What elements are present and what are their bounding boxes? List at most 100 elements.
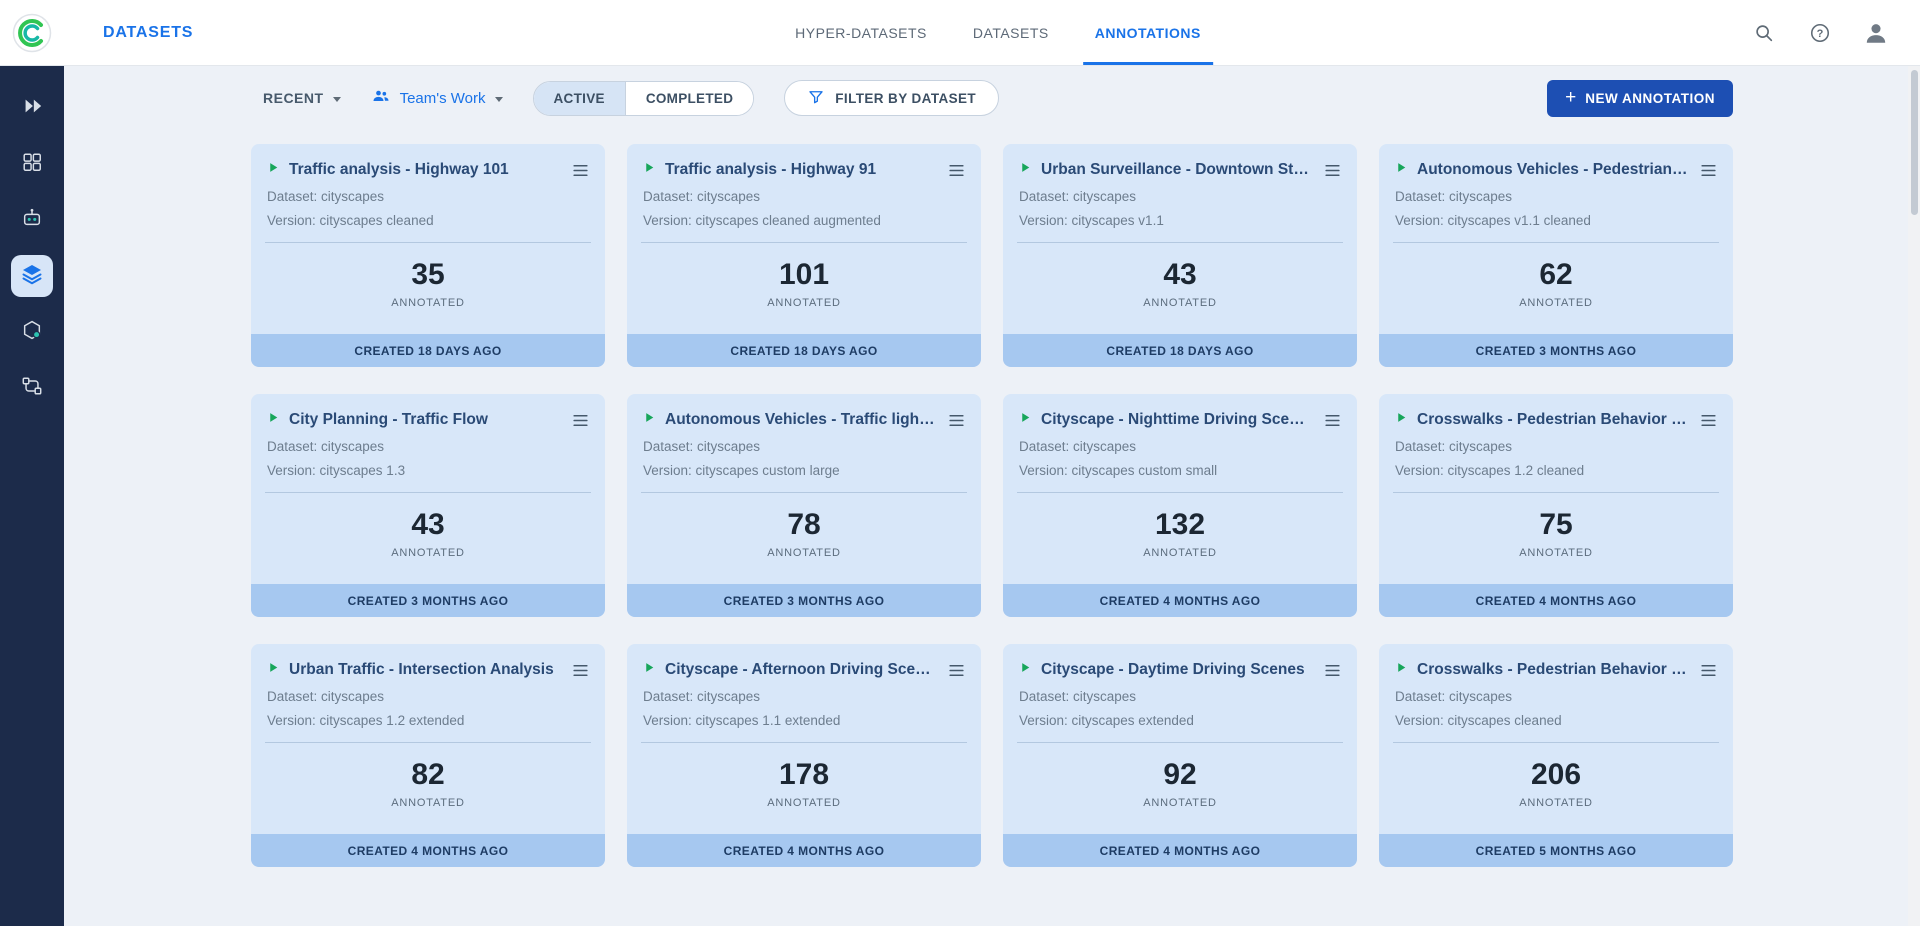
new-annotation-label: NEW ANNOTATION [1585,91,1715,106]
card-menu-icon[interactable] [1321,409,1343,431]
card-menu-icon[interactable] [1697,409,1719,431]
card-dataset: Dataset: cityscapes [1379,185,1733,209]
sidebar-item-models[interactable] [0,304,64,360]
annotation-card[interactable]: Cityscape - Daytime Driving Scenes Datas… [1003,644,1357,867]
model-icon [21,319,43,346]
card-title[interactable]: Urban Traffic - Intersection Analysis [289,661,560,679]
annotation-card[interactable]: Crosswalks - Pedestrian Behavior P… Data… [1379,644,1733,867]
card-menu-icon[interactable] [945,659,967,681]
card-menu-icon[interactable] [1697,159,1719,181]
card-title[interactable]: Autonomous Vehicles - Pedestrian … [1417,161,1688,179]
card-header: Cityscape - Nighttime Driving Scenes [1003,394,1357,435]
card-created-badge: CREATED 4 MONTHS AGO [1379,584,1733,617]
card-header: Urban Surveillance - Downtown Stre… [1003,144,1357,185]
card-title[interactable]: Autonomous Vehicles - Traffic light … [665,411,936,429]
scrollbar-track [1908,66,1920,926]
annotation-card[interactable]: Urban Traffic - Intersection Analysis Da… [251,644,605,867]
card-title[interactable]: Cityscape - Daytime Driving Scenes [1041,661,1312,679]
card-dataset: Dataset: cityscapes [1379,435,1733,459]
card-title[interactable]: Cityscape - Afternoon Driving Scenes [665,661,936,679]
annotation-card[interactable]: Crosswalks - Pedestrian Behavior P… Data… [1379,394,1733,617]
sidebar-item-pipelines[interactable] [0,360,64,416]
toggle-completed[interactable]: COMPLETED [625,82,753,115]
card-header: Autonomous Vehicles - Traffic light … [627,394,981,435]
sidebar-item-annotations[interactable] [0,248,64,304]
filter-icon [807,88,825,109]
card-created-badge: CREATED 3 MONTHS AGO [627,584,981,617]
annotation-card[interactable]: Autonomous Vehicles - Traffic light … Da… [627,394,981,617]
tab-datasets[interactable]: DATASETS [973,0,1049,65]
annotated-label: ANNOTATED [1379,797,1733,809]
card-menu-icon[interactable] [1321,159,1343,181]
annotated-count: 43 [1003,258,1357,292]
card-title[interactable]: Cityscape - Nighttime Driving Scenes [1041,411,1312,429]
filter-label: FILTER BY DATASET [835,91,976,106]
annotation-card[interactable]: Urban Surveillance - Downtown Stre… Data… [1003,144,1357,367]
topbar: DATASETS HYPER-DATASETS DATASETS ANNOTAT… [0,0,1920,66]
annotated-count: 101 [627,258,981,292]
card-title[interactable]: Urban Surveillance - Downtown Stre… [1041,161,1312,179]
search-icon[interactable] [1750,19,1778,47]
status-play-icon [643,411,656,429]
toggle-active[interactable]: ACTIVE [534,82,625,115]
card-menu-icon[interactable] [569,159,591,181]
annotation-card[interactable]: Traffic analysis - Highway 91 Dataset: c… [627,144,981,367]
team-icon [371,86,391,111]
sidebar-item-start[interactable] [0,80,64,136]
card-title[interactable]: Crosswalks - Pedestrian Behavior P… [1417,661,1688,679]
annotation-card[interactable]: Autonomous Vehicles - Pedestrian … Datas… [1379,144,1733,367]
annotated-count: 35 [251,258,605,292]
card-menu-icon[interactable] [1321,659,1343,681]
card-version: Version: cityscapes 1.3 [251,459,605,483]
user-avatar[interactable] [1862,19,1890,47]
annotated-label: ANNOTATED [627,797,981,809]
tab-annotations[interactable]: ANNOTATIONS [1095,0,1201,65]
help-icon[interactable]: ? [1806,19,1834,47]
card-title[interactable]: Crosswalks - Pedestrian Behavior P… [1417,411,1688,429]
new-annotation-button[interactable]: + NEW ANNOTATION [1547,80,1733,117]
annotation-card[interactable]: City Planning - Traffic Flow Dataset: ci… [251,394,605,617]
card-menu-icon[interactable] [569,659,591,681]
toolbar: RECENT Team's Work ACTIVE COMPLETED [251,78,1733,118]
card-version: Version: cityscapes custom large [627,459,981,483]
scrollbar-thumb[interactable] [1911,70,1918,215]
sidebar-item-datasets[interactable] [0,136,64,192]
cards-grid: Traffic analysis - Highway 101 Dataset: … [251,144,1733,867]
card-title[interactable]: Traffic analysis - Highway 101 [289,161,560,179]
card-created-badge: CREATED 3 MONTHS AGO [1379,334,1733,367]
annotated-count: 82 [251,758,605,792]
sidebar [0,66,64,926]
annotated-label: ANNOTATED [251,297,605,309]
card-dataset: Dataset: cityscapes [1379,685,1733,709]
sort-label: RECENT [263,90,324,106]
filter-by-dataset-button[interactable]: FILTER BY DATASET [784,80,999,116]
card-version: Version: cityscapes 1.1 extended [627,709,981,733]
card-dataset: Dataset: cityscapes [251,435,605,459]
annotation-card[interactable]: Traffic analysis - Highway 101 Dataset: … [251,144,605,367]
card-created-badge: CREATED 4 MONTHS AGO [1003,584,1357,617]
sort-dropdown[interactable]: RECENT [263,90,341,106]
annotation-card[interactable]: Cityscape - Afternoon Driving Scenes Dat… [627,644,981,867]
card-version: Version: cityscapes cleaned [1379,709,1733,733]
annotated-count: 206 [1379,758,1733,792]
topbar-left: DATASETS [0,12,193,54]
card-title[interactable]: Traffic analysis - Highway 91 [665,161,936,179]
card-menu-icon[interactable] [1697,659,1719,681]
tab-hyper-datasets[interactable]: HYPER-DATASETS [795,0,927,65]
card-title[interactable]: City Planning - Traffic Flow [289,411,560,429]
annotation-card[interactable]: Cityscape - Nighttime Driving Scenes Dat… [1003,394,1357,617]
status-play-icon [643,161,656,179]
card-created-badge: CREATED 18 DAYS AGO [1003,334,1357,367]
brand-label: DATASETS [103,24,193,42]
sidebar-item-labeling[interactable] [0,192,64,248]
card-dataset: Dataset: cityscapes [627,435,981,459]
team-scope-dropdown[interactable]: Team's Work [371,86,503,111]
card-header: Traffic analysis - Highway 101 [251,144,605,185]
app-logo-icon[interactable] [11,12,53,54]
card-menu-icon[interactable] [945,409,967,431]
card-version: Version: cityscapes extended [1003,709,1357,733]
card-menu-icon[interactable] [569,409,591,431]
card-menu-icon[interactable] [945,159,967,181]
annotated-label: ANNOTATED [627,547,981,559]
card-dataset: Dataset: cityscapes [1003,185,1357,209]
